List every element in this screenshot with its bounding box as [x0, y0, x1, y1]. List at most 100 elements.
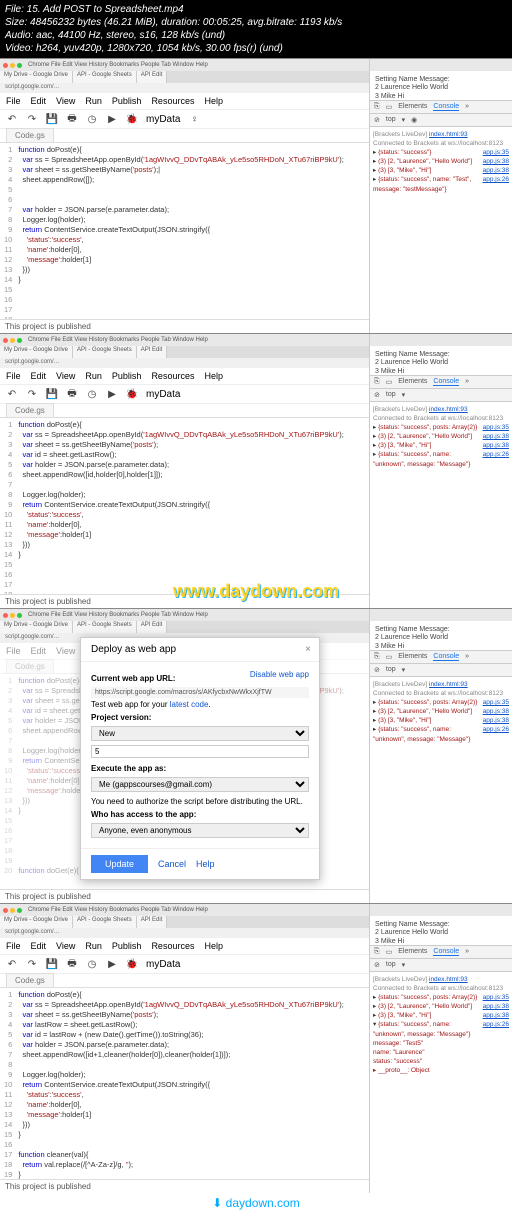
- disable-link[interactable]: Disable web app: [250, 670, 309, 685]
- print-icon[interactable]: 🖶: [66, 388, 78, 400]
- help-button[interactable]: Help: [196, 859, 215, 869]
- menu-item[interactable]: Edit: [31, 646, 47, 656]
- editor-menu[interactable]: File Edit View Run Publish Resources Help: [0, 368, 369, 385]
- undo-icon[interactable]: ↶: [6, 388, 18, 400]
- version-select[interactable]: New: [91, 726, 309, 741]
- menu-item[interactable]: View: [56, 941, 75, 951]
- max-dot[interactable]: [17, 63, 22, 68]
- menu-item[interactable]: View: [56, 646, 75, 656]
- more-icon[interactable]: »: [465, 103, 469, 111]
- address-bar[interactable]: script.google.com/…: [0, 83, 369, 93]
- browser-tab[interactable]: API - Google Sheets: [73, 346, 137, 358]
- browser-tab[interactable]: API Edit: [137, 621, 168, 633]
- inspect-icon[interactable]: ⎘: [374, 103, 380, 111]
- access-select[interactable]: Anyone, even anonymous: [91, 823, 309, 838]
- print-icon[interactable]: 🖶: [66, 113, 78, 125]
- browser-tab[interactable]: API Edit: [137, 71, 168, 83]
- meta-video: Video: h264, yuv420p, 1280x720, 1054 kb/…: [5, 42, 507, 55]
- close-dot[interactable]: [3, 63, 8, 68]
- menu-item[interactable]: Resources: [151, 941, 194, 951]
- console-output[interactable]: [Brackets LiveDev] index.html:93 Connect…: [370, 972, 512, 1193]
- console-output[interactable]: [Brackets LiveDev] index.html:93 Connect…: [370, 127, 512, 333]
- menu-item[interactable]: Resources: [151, 371, 194, 381]
- lightbulb-icon[interactable]: ♀: [188, 113, 200, 125]
- console-output[interactable]: [Brackets LiveDev] index.html:93 Connect…: [370, 677, 512, 903]
- update-button[interactable]: Update: [91, 855, 148, 873]
- browser-tab[interactable]: My Drive - Google Drive: [0, 916, 73, 928]
- cancel-button[interactable]: Cancel: [158, 859, 186, 869]
- menu-item[interactable]: Edit: [31, 941, 47, 951]
- menu-item[interactable]: View: [56, 371, 75, 381]
- menu-item[interactable]: Edit: [31, 371, 47, 381]
- run-icon[interactable]: ▶: [106, 388, 118, 400]
- address-bar[interactable]: script.google.com/…: [0, 358, 369, 368]
- devtools-tabs[interactable]: ⎘ ▭ Elements Console »: [370, 101, 512, 114]
- menu-item[interactable]: File: [6, 96, 21, 106]
- run-icon[interactable]: ▶: [106, 113, 118, 125]
- console-output[interactable]: [Brackets LiveDev] index.html:93 Connect…: [370, 402, 512, 608]
- menu-item[interactable]: Help: [204, 941, 223, 951]
- bug-icon[interactable]: 🐞: [126, 113, 138, 125]
- devtools-tabs[interactable]: ⎘▭ElementsConsole»: [370, 376, 512, 389]
- redo-icon[interactable]: ↷: [26, 113, 38, 125]
- project-name[interactable]: myData: [146, 114, 180, 125]
- version-input[interactable]: [91, 745, 309, 758]
- browser-tab[interactable]: My Drive - Google Drive: [0, 71, 73, 83]
- menu-item[interactable]: File: [6, 941, 21, 951]
- undo-icon[interactable]: ↶: [6, 113, 18, 125]
- preview-pane: Setting Name Message:2 Laurence Hello Wo…: [370, 621, 512, 651]
- menu-item[interactable]: Publish: [112, 96, 142, 106]
- browser-tab[interactable]: API - Google Sheets: [73, 916, 137, 928]
- close-icon[interactable]: ×: [305, 644, 311, 655]
- menu-item[interactable]: Publish: [112, 371, 142, 381]
- browser-tab[interactable]: My Drive - Google Drive: [0, 621, 73, 633]
- menu-item[interactable]: Run: [85, 96, 102, 106]
- menu-item[interactable]: Run: [85, 371, 102, 381]
- latest-code-link[interactable]: latest code: [170, 700, 209, 709]
- menu-item[interactable]: View: [56, 96, 75, 106]
- menu-item[interactable]: Help: [204, 371, 223, 381]
- editor-menu[interactable]: File Edit View Run Publish Resources Help: [0, 938, 369, 955]
- browser-tabs[interactable]: My Drive - Google DriveAPI - Google Shee…: [0, 71, 369, 83]
- menu-item[interactable]: Resources: [151, 96, 194, 106]
- eye-icon[interactable]: ◉: [411, 116, 417, 124]
- min-dot[interactable]: [10, 63, 15, 68]
- save-icon[interactable]: 💾: [46, 388, 58, 400]
- browser-tabs[interactable]: My Drive - Google DriveAPI - Google Shee…: [0, 621, 369, 633]
- file-tabs[interactable]: Code.gs: [0, 404, 369, 418]
- browser-tab[interactable]: API - Google Sheets: [73, 621, 137, 633]
- browser-tab[interactable]: API Edit: [137, 916, 168, 928]
- bug-icon[interactable]: 🐞: [126, 388, 138, 400]
- webapp-url[interactable]: https://script.google.com/macros/s/AKfyc…: [91, 687, 309, 698]
- code-editor[interactable]: 1234567891011121314151617181920function …: [0, 418, 369, 594]
- publish-status: This project is published: [0, 319, 369, 333]
- save-icon[interactable]: 💾: [46, 113, 58, 125]
- code-editor[interactable]: 1234567891011121314151617181920function …: [0, 988, 369, 1179]
- menu-item[interactable]: File: [6, 371, 21, 381]
- clock-icon[interactable]: ◷: [86, 113, 98, 125]
- mac-menu: Chrome File Edit View History Bookmarks …: [0, 59, 369, 71]
- redo-icon[interactable]: ↷: [26, 388, 38, 400]
- modal-title: Deploy as web app ×: [81, 638, 319, 662]
- preview-pane: Setting Name Message:2 Laurence Hello Wo…: [370, 346, 512, 376]
- menu-item[interactable]: File: [6, 646, 21, 656]
- execute-as-select[interactable]: Me (gappscourses@gmail.com): [91, 777, 309, 792]
- menu-item[interactable]: Help: [204, 96, 223, 106]
- file-tabs[interactable]: Code.gs: [0, 129, 369, 143]
- filter-icon[interactable]: ⊘: [374, 116, 380, 124]
- menu-item[interactable]: Edit: [31, 96, 47, 106]
- menu-item[interactable]: Publish: [112, 941, 142, 951]
- browser-tab[interactable]: API - Google Sheets: [73, 71, 137, 83]
- browser-tabs[interactable]: My Drive - Google DriveAPI - Google Shee…: [0, 346, 369, 358]
- browser-tab[interactable]: API Edit: [137, 346, 168, 358]
- editor-menu[interactable]: File Edit View Run Publish Resources Help: [0, 93, 369, 110]
- browser-tabs[interactable]: My Drive - Google DriveAPI - Google Shee…: [0, 916, 369, 928]
- clock-icon[interactable]: ◷: [86, 388, 98, 400]
- tab-elements[interactable]: Elements: [398, 103, 427, 111]
- device-icon[interactable]: ▭: [386, 103, 393, 111]
- tab-console[interactable]: Console: [433, 103, 459, 111]
- code-editor[interactable]: 1234567891011121314151617181920function …: [0, 143, 369, 319]
- browser-tab[interactable]: My Drive - Google Drive: [0, 346, 73, 358]
- console-filter[interactable]: ⊘ top ▾◉: [370, 114, 512, 127]
- menu-item[interactable]: Run: [85, 941, 102, 951]
